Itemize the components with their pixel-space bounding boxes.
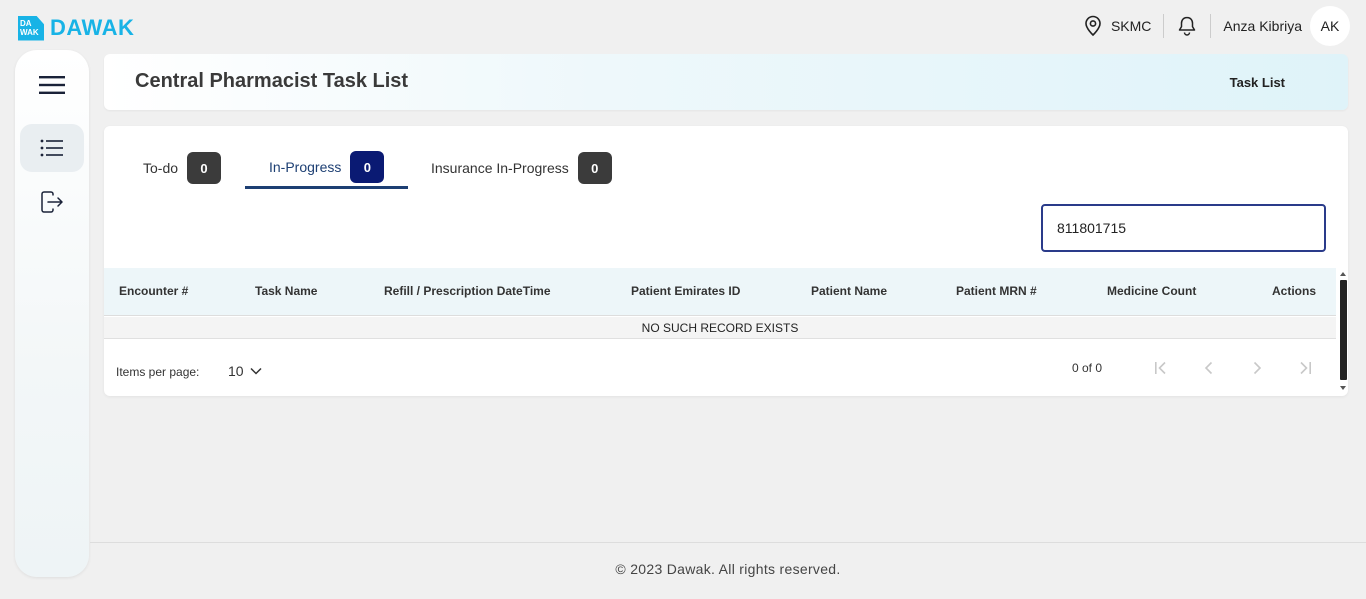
- tab-label: In-Progress: [269, 159, 342, 175]
- list-icon: [40, 139, 63, 157]
- first-page-button[interactable]: [1149, 356, 1173, 380]
- page-title: Central Pharmacist Task List: [135, 70, 409, 92]
- last-page-icon: [1300, 361, 1311, 375]
- task-list-card: To-do 0 In-Progress 0 Insurance In-Progr…: [104, 126, 1348, 396]
- next-page-button[interactable]: [1245, 356, 1269, 380]
- location-selector[interactable]: SKMC: [1083, 15, 1151, 37]
- chevron-right-icon: [1253, 361, 1262, 375]
- breadcrumb[interactable]: Task List: [1230, 75, 1285, 90]
- divider: [1210, 14, 1212, 38]
- tab-label: Insurance In-Progress: [431, 160, 569, 176]
- footer-copyright: © 2023 Dawak. All rights reserved.: [615, 561, 841, 577]
- column-header[interactable]: Encounter #: [119, 284, 188, 298]
- divider: [1163, 14, 1165, 38]
- chevron-left-icon: [1204, 361, 1213, 375]
- paginator: Items per page: 10 0 of 0: [104, 340, 1336, 396]
- table-header: Encounter # Task Name Refill / Prescript…: [104, 268, 1336, 316]
- sidebar-item-task-list[interactable]: [20, 124, 84, 172]
- tab-to-do[interactable]: To-do 0: [143, 148, 222, 188]
- hamburger-menu-icon: [39, 76, 65, 94]
- avatar[interactable]: AK: [1310, 6, 1350, 46]
- logo-text: DAWAK: [50, 15, 135, 40]
- tab-in-progress[interactable]: In-Progress 0: [245, 148, 409, 189]
- previous-page-button[interactable]: [1197, 356, 1221, 380]
- count-badge: 0: [187, 152, 222, 184]
- column-header[interactable]: Patient Name: [811, 284, 887, 298]
- logout-icon: [41, 191, 63, 213]
- location-label: SKMC: [1110, 18, 1152, 34]
- count-badge: 0: [350, 151, 385, 183]
- column-header[interactable]: Patient Emirates ID: [631, 284, 740, 298]
- sidebar-item-logout[interactable]: [20, 178, 84, 226]
- scroll-up-arrow[interactable]: [1340, 272, 1346, 276]
- column-header[interactable]: Refill / Prescription DateTime: [384, 284, 551, 298]
- logo-mark: DA WAK: [18, 15, 44, 41]
- location-pin-icon: [1085, 15, 1101, 37]
- notification-bell-icon[interactable]: [1176, 15, 1198, 37]
- empty-state-message: NO SUCH RECORD EXISTS: [104, 317, 1336, 339]
- column-header[interactable]: Patient MRN #: [956, 284, 1037, 298]
- column-header: Actions: [1272, 284, 1317, 298]
- items-per-page-value: 10: [228, 363, 244, 379]
- items-per-page-label: Items per page:: [116, 365, 200, 379]
- column-header[interactable]: Task Name: [255, 284, 317, 298]
- search-input[interactable]: [1041, 204, 1326, 252]
- page-header: Central Pharmacist Task List Task List: [104, 54, 1348, 110]
- last-page-button[interactable]: [1293, 356, 1317, 380]
- first-page-icon: [1155, 361, 1166, 375]
- tab-insurance-in-progress[interactable]: Insurance In-Progress 0: [431, 148, 612, 188]
- dawak-logo[interactable]: DA WAK DAWAK: [18, 15, 134, 41]
- footer-divider: [90, 542, 1366, 543]
- items-per-page-select[interactable]: 10: [228, 363, 262, 379]
- tab-label: To-do: [143, 160, 179, 176]
- menu-toggle-button[interactable]: [20, 61, 84, 109]
- chevron-down-icon: [250, 367, 262, 375]
- table-scrollbar[interactable]: [1338, 268, 1348, 394]
- page-range-label: 0 of 0: [1072, 361, 1103, 375]
- scroll-down-arrow[interactable]: [1340, 386, 1346, 390]
- count-badge: 0: [577, 152, 612, 184]
- scroll-thumb[interactable]: [1340, 280, 1347, 380]
- column-header[interactable]: Medicine Count: [1107, 284, 1196, 298]
- top-bar: DA WAK DAWAK SKMC Anza Kibriya AK: [0, 0, 1366, 52]
- user-name[interactable]: Anza Kibriya: [1223, 18, 1302, 34]
- sidebar: [15, 50, 89, 577]
